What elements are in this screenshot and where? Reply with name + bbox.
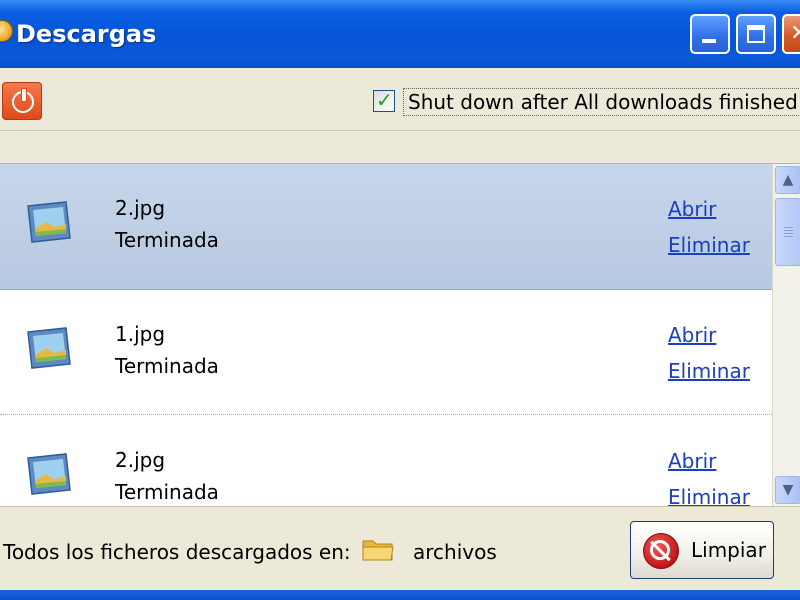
shutdown-checkbox[interactable]: ✓ xyxy=(373,88,395,112)
clear-button[interactable]: Limpiar xyxy=(630,521,774,579)
shutdown-now-button[interactable] xyxy=(2,82,42,120)
vertical-scrollbar[interactable]: ▲ ▼ xyxy=(772,164,800,506)
maximize-button[interactable] xyxy=(736,14,776,54)
remove-link[interactable]: Eliminar xyxy=(668,359,750,383)
open-link[interactable]: Abrir xyxy=(668,323,716,347)
download-folder-name[interactable]: archivos xyxy=(413,540,497,564)
remove-link[interactable]: Eliminar xyxy=(668,485,750,506)
downloads-list: 2.jpg Terminada Abrir Eliminar 1.jpg Ter… xyxy=(0,164,772,506)
chevron-down-icon: ▼ xyxy=(782,482,794,498)
scroll-up-button[interactable]: ▲ xyxy=(775,166,800,194)
app-icon xyxy=(0,20,13,42)
download-folder-label: Todos los ficheros descargados en: xyxy=(3,540,351,564)
shutdown-checkbox-label[interactable]: Shut down after All downloads finished xyxy=(403,88,800,116)
scroll-down-button[interactable]: ▼ xyxy=(775,476,800,504)
downloads-window: Descargas ✕ ✓ Shut down after All downlo… xyxy=(0,0,800,600)
download-item[interactable]: 2.jpg Terminada Abrir Eliminar xyxy=(0,164,772,290)
scroll-thumb[interactable] xyxy=(775,198,800,266)
list-header-gap xyxy=(0,131,800,164)
folder-icon[interactable] xyxy=(362,536,394,562)
download-status: Terminada xyxy=(115,480,219,504)
file-name: 1.jpg xyxy=(115,322,166,346)
download-status: Terminada xyxy=(115,228,219,252)
remove-link[interactable]: Eliminar xyxy=(668,233,750,257)
minimize-icon xyxy=(702,39,716,43)
open-link[interactable]: Abrir xyxy=(668,197,716,221)
title-bar[interactable]: Descargas ✕ xyxy=(0,0,800,68)
no-entry-icon xyxy=(643,533,679,569)
download-status: Terminada xyxy=(115,354,219,378)
file-name: 2.jpg xyxy=(115,196,166,220)
open-link[interactable]: Abrir xyxy=(668,449,716,473)
minimize-button[interactable] xyxy=(690,14,730,54)
checkmark-icon: ✓ xyxy=(376,88,393,112)
image-file-icon xyxy=(27,327,71,369)
image-file-icon xyxy=(27,201,71,243)
close-icon: ✕ xyxy=(790,21,800,46)
window-title: Descargas xyxy=(16,20,157,48)
download-item[interactable]: 1.jpg Terminada Abrir Eliminar xyxy=(0,290,772,416)
download-item[interactable]: 2.jpg Terminada Abrir Eliminar xyxy=(0,416,772,506)
window-bottom-border xyxy=(0,590,800,600)
maximize-icon xyxy=(747,25,765,43)
close-button[interactable]: ✕ xyxy=(782,14,800,54)
file-name: 2.jpg xyxy=(115,448,166,472)
image-file-icon xyxy=(27,453,71,495)
chevron-up-icon: ▲ xyxy=(782,172,794,188)
clear-button-label: Limpiar xyxy=(691,538,766,562)
